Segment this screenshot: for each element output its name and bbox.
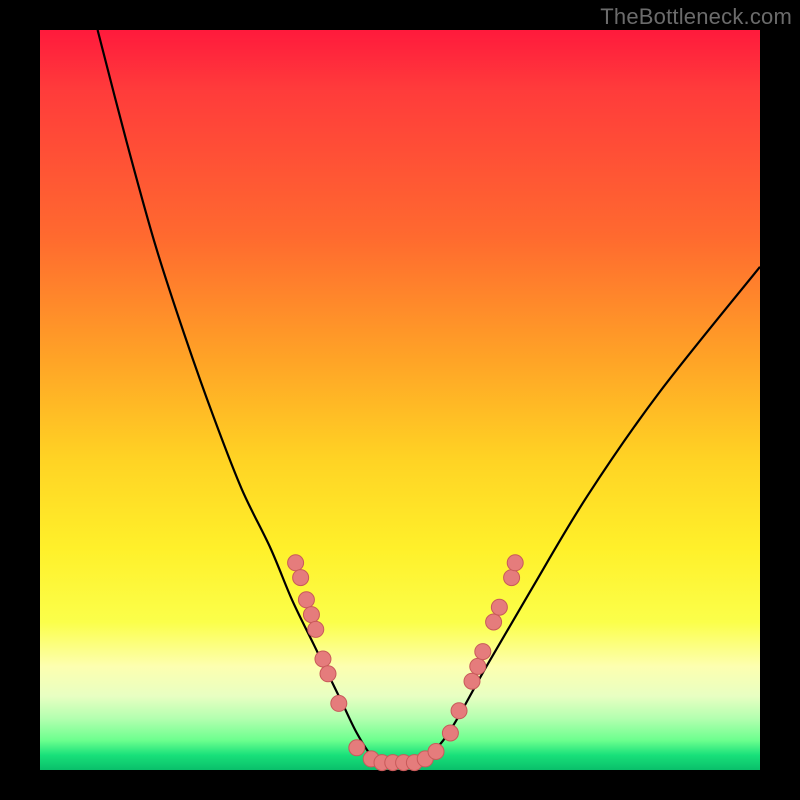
marker-dot — [475, 644, 491, 660]
marker-dot — [486, 614, 502, 630]
marker-dot — [288, 555, 304, 571]
marker-dot — [331, 695, 347, 711]
plot-area — [40, 30, 760, 770]
marker-dot — [507, 555, 523, 571]
marker-dot — [442, 725, 458, 741]
chart-frame: TheBottleneck.com — [0, 0, 800, 800]
watermark-text: TheBottleneck.com — [600, 4, 792, 30]
curve-svg — [40, 30, 760, 770]
marker-dot — [470, 658, 486, 674]
marker-dot — [451, 703, 467, 719]
marker-dot — [293, 570, 309, 586]
marker-dot — [349, 740, 365, 756]
marker-dot — [320, 666, 336, 682]
marker-dot — [298, 592, 314, 608]
marker-dot — [303, 607, 319, 623]
marker-dot — [428, 744, 444, 760]
marker-dot — [491, 599, 507, 615]
marker-dot — [464, 673, 480, 689]
marker-dot — [504, 570, 520, 586]
marker-dot — [308, 621, 324, 637]
marker-dot — [315, 651, 331, 667]
bottleneck-curve — [98, 30, 760, 763]
